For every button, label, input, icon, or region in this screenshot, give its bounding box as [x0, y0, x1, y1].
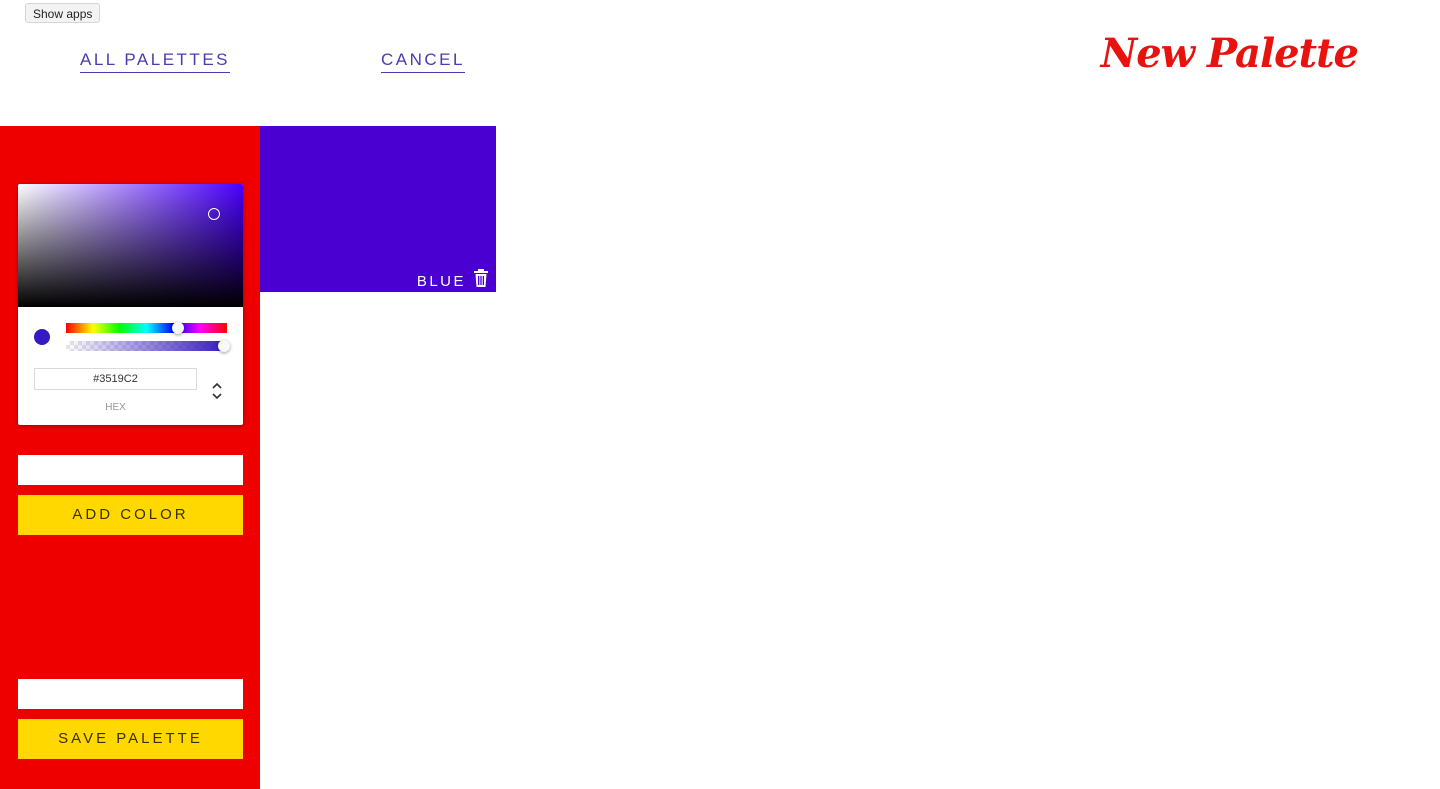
- palette-name-input[interactable]: [18, 679, 243, 709]
- color-box[interactable]: BLUE: [260, 126, 496, 292]
- trash-icon[interactable]: [473, 269, 489, 287]
- hex-input[interactable]: [34, 368, 197, 390]
- save-palette-button[interactable]: SAVE PALETTE: [18, 719, 243, 759]
- hue-slider[interactable]: [66, 322, 227, 334]
- color-box-name: BLUE: [416, 273, 466, 290]
- color-picker: HEX: [18, 184, 243, 425]
- page-title: New Palette: [1100, 30, 1359, 77]
- saturation-area[interactable]: [18, 184, 243, 307]
- alpha-slider[interactable]: [66, 340, 230, 352]
- color-name-input[interactable]: [18, 455, 243, 485]
- all-palettes-link[interactable]: ALL PALETTES: [80, 50, 230, 73]
- sidebar: HEX ADD COLOR SAVE PALETTE: [0, 126, 260, 789]
- add-color-button[interactable]: ADD COLOR: [18, 495, 243, 535]
- chevron-up-down-icon[interactable]: [210, 380, 224, 402]
- hue-slider-thumb[interactable]: [172, 322, 184, 334]
- saturation-pointer[interactable]: [208, 208, 220, 220]
- show-apps-button[interactable]: Show apps: [25, 3, 101, 23]
- hex-label: HEX: [105, 402, 126, 413]
- current-color-swatch: [34, 329, 50, 345]
- alpha-slider-thumb[interactable]: [218, 340, 230, 352]
- cancel-link[interactable]: CANCEL: [381, 50, 465, 73]
